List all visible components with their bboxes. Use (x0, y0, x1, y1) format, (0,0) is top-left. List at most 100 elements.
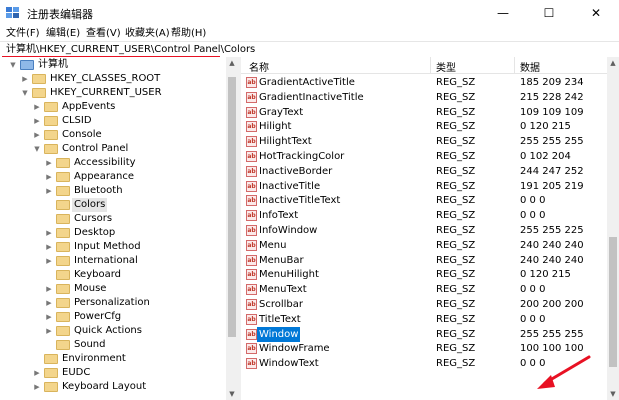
value-name: InactiveTitle (259, 180, 321, 192)
close-button[interactable]: ✕ (573, 0, 619, 27)
value-name: MenuText (259, 284, 307, 296)
tree-item-label: Colors (72, 198, 108, 212)
tree-item[interactable]: ▶ PowerCfg (0, 310, 226, 324)
value-data: 244 247 252 (520, 165, 584, 177)
chevron-right-icon[interactable]: ▶ (32, 380, 42, 394)
tree-item[interactable]: ▶ Quick Actions (0, 324, 226, 338)
table-row[interactable]: ab MenuBar REG_SZ 240 240 240 (241, 253, 607, 268)
chevron-right-icon[interactable]: ▶ (20, 72, 30, 86)
tree-item[interactable]: ▶ Input Method (0, 240, 226, 254)
table-row[interactable]: ab Window REG_SZ 255 255 255 (241, 326, 607, 342)
column-name-header[interactable]: 名称 (249, 59, 269, 74)
chevron-right-icon[interactable]: ▶ (44, 240, 54, 254)
table-row[interactable]: ab TitleText REG_SZ 0 0 0 (241, 312, 607, 327)
list-scroll-thumb[interactable] (609, 237, 617, 367)
list-scrollbar[interactable]: ▲ ▼ (607, 57, 619, 400)
chevron-right-icon[interactable]: ▶ (44, 170, 54, 184)
tree-item[interactable]: ▶ Accessibility (0, 156, 226, 170)
table-row[interactable]: ab InactiveTitleText REG_SZ 0 0 0 (241, 193, 607, 208)
table-row[interactable]: ab GradientInactiveTitle REG_SZ 215 228 242 (241, 90, 607, 105)
tree-item[interactable]: ▶ Mouse (0, 282, 226, 296)
tree-item[interactable]: ▶ HKEY_CLASSES_ROOT (0, 72, 226, 86)
tree-item[interactable]: ▶ Bluetooth (0, 184, 226, 198)
table-row[interactable]: ab InfoWindow REG_SZ 255 255 225 (241, 223, 607, 238)
tree-item[interactable]: ▶ AppEvents (0, 100, 226, 114)
value-data: 200 200 200 (520, 299, 584, 310)
table-row[interactable]: ab GradientActiveTitle REG_SZ 185 209 234 (241, 75, 607, 90)
maximize-button[interactable]: ☐ (526, 0, 572, 27)
scroll-down-icon[interactable]: ▼ (226, 388, 238, 400)
chevron-right-icon[interactable]: ▶ (32, 128, 42, 142)
table-row[interactable]: ab Hilight REG_SZ 0 120 215 (241, 119, 607, 134)
string-value-icon: ab (246, 106, 257, 118)
tree-item[interactable]: ▶ EUDC (0, 366, 226, 380)
column-data-header[interactable]: 数据 (520, 59, 540, 74)
tree-item[interactable]: ▼ HKEY_CURRENT_USER (0, 86, 226, 100)
minimize-button[interactable]: — (480, 0, 526, 27)
scroll-down-icon[interactable]: ▼ (607, 388, 619, 400)
tree-item[interactable]: Colors (0, 198, 226, 212)
chevron-down-icon[interactable]: ▼ (20, 86, 30, 100)
value-data: 215 228 242 (520, 91, 584, 103)
menu-favorites[interactable]: 收藏夹(A) (125, 27, 170, 41)
folder-icon (56, 214, 70, 224)
table-row[interactable]: ab Menu REG_SZ 240 240 240 (241, 238, 607, 253)
value-name: GradientActiveTitle (259, 77, 355, 88)
chevron-right-icon[interactable]: ▶ (32, 114, 42, 128)
tree-item[interactable]: Sound (0, 338, 226, 352)
tree-item[interactable]: Environment (0, 352, 226, 366)
menu-view[interactable]: 查看(V) (86, 27, 121, 41)
string-value-icon: ab (246, 299, 257, 310)
tree-item[interactable]: ▶ International (0, 254, 226, 268)
table-row[interactable]: ab HilightText REG_SZ 255 255 255 (241, 134, 607, 149)
table-row[interactable]: ab InactiveBorder REG_SZ 244 247 252 (241, 164, 607, 179)
menu-file[interactable]: 文件(F) (6, 27, 40, 41)
tree-item[interactable]: Keyboard (0, 268, 226, 282)
tree-item[interactable]: ▶ Appearance (0, 170, 226, 184)
chevron-down-icon[interactable]: ▼ (32, 142, 42, 156)
chevron-right-icon[interactable]: ▶ (32, 366, 42, 380)
column-divider[interactable] (514, 57, 515, 73)
chevron-down-icon[interactable]: ▼ (8, 58, 18, 72)
tree-item[interactable]: ▶ CLSID (0, 114, 226, 128)
table-row[interactable]: ab WindowFrame REG_SZ 100 100 100 (241, 341, 607, 356)
string-value-icon: ab (246, 77, 257, 88)
chevron-right-icon[interactable]: ▶ (44, 156, 54, 170)
table-row[interactable]: ab Scrollbar REG_SZ 200 200 200 (241, 297, 607, 312)
value-name: GradientInactiveTitle (259, 91, 364, 103)
tree-item[interactable]: ▼ 计算机 (0, 58, 226, 72)
chevron-right-icon[interactable]: ▶ (44, 254, 54, 268)
table-row[interactable]: ab GrayText REG_SZ 109 109 109 (241, 105, 607, 120)
chevron-right-icon[interactable]: ▶ (32, 100, 42, 114)
chevron-right-icon[interactable]: ▶ (44, 184, 54, 198)
chevron-right-icon[interactable]: ▶ (44, 226, 54, 240)
tree-scrollbar[interactable]: ▲ ▼ (226, 57, 238, 400)
menu-edit[interactable]: 编辑(E) (46, 27, 80, 41)
string-value-icon: ab (246, 269, 257, 281)
chevron-right-icon[interactable]: ▶ (44, 324, 54, 338)
table-row[interactable]: ab HotTrackingColor REG_SZ 0 102 204 (241, 149, 607, 164)
column-divider[interactable] (430, 57, 431, 73)
value-name: MenuBar (259, 254, 304, 266)
column-type-header[interactable]: 类型 (436, 59, 456, 74)
tree-item[interactable]: ▶ Desktop (0, 226, 226, 240)
tree-item[interactable]: ▼ Control Panel (0, 142, 226, 156)
table-row[interactable]: ab MenuHilight REG_SZ 0 120 215 (241, 267, 607, 282)
table-row[interactable]: ab MenuText REG_SZ 0 0 0 (241, 282, 607, 297)
scroll-up-icon[interactable]: ▲ (226, 57, 238, 69)
tree-item[interactable]: ▶ Personalization (0, 296, 226, 310)
tree-item[interactable]: Cursors (0, 212, 226, 226)
table-row[interactable]: ab InactiveTitle REG_SZ 191 205 219 (241, 179, 607, 194)
table-row[interactable]: ab WindowText REG_SZ 0 0 0 (241, 356, 607, 371)
tree-item[interactable]: ▶ Keyboard Layout (0, 380, 226, 394)
chevron-right-icon[interactable]: ▶ (44, 282, 54, 296)
tree-scroll-thumb[interactable] (228, 77, 236, 337)
string-value-icon: ab (246, 165, 257, 177)
table-row[interactable]: ab InfoText REG_SZ 0 0 0 (241, 208, 607, 223)
tree-item[interactable]: ▶ Console (0, 128, 226, 142)
chevron-right-icon[interactable]: ▶ (44, 310, 54, 324)
scroll-up-icon[interactable]: ▲ (607, 57, 619, 69)
chevron-right-icon[interactable]: ▶ (44, 296, 54, 310)
value-data: 0 102 204 (520, 151, 571, 162)
menu-help[interactable]: 帮助(H) (171, 27, 206, 41)
